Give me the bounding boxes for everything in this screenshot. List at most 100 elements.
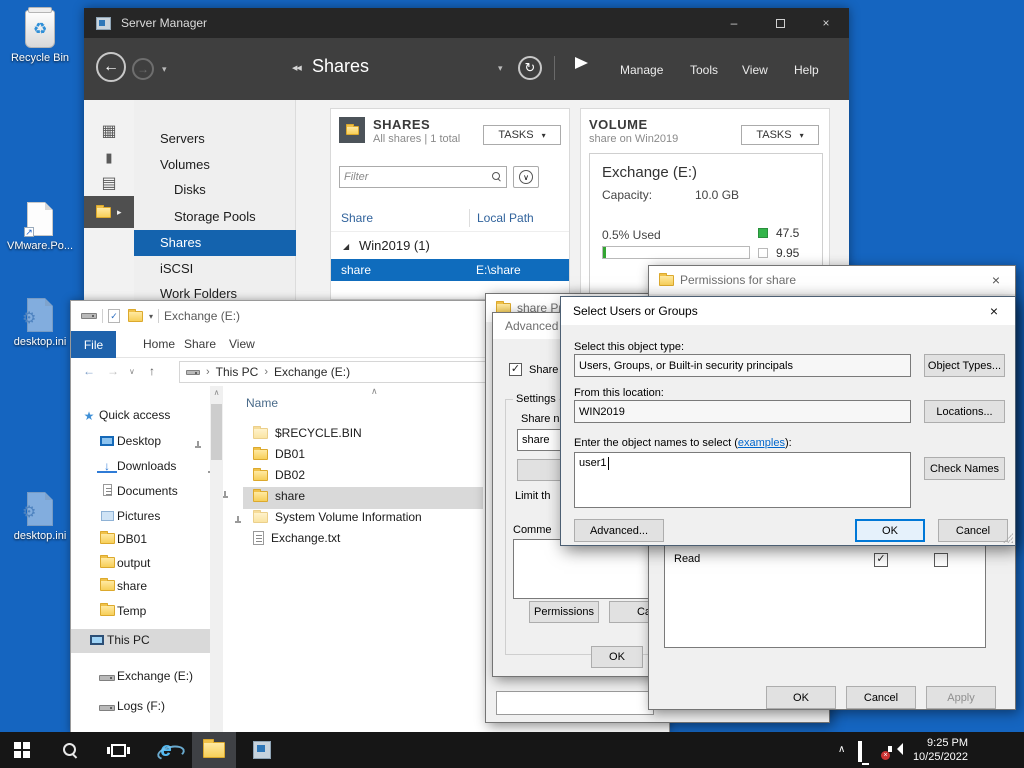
taskbar-clock[interactable]: 9:25 PM 10/25/2022 [913,736,968,764]
apply-button[interactable]: Apply [926,686,996,709]
advanced-button[interactable]: Advanced... [574,519,664,542]
filter-input[interactable]: Filter [339,166,507,188]
comments-textarea[interactable] [513,539,653,599]
ok-button[interactable]: OK [766,686,836,709]
nav-temp[interactable]: Temp [97,602,146,619]
sidebar-item-iscsi[interactable]: iSCSI [160,261,193,276]
breadcrumb-current[interactable]: Exchange (E:) [274,365,350,379]
close-button[interactable]: × [803,8,849,38]
file-row-recycle-bin[interactable]: $RECYCLE.BIN [253,425,362,440]
file-explorer-button[interactable] [192,732,236,768]
nav-db01[interactable]: DB01 [97,530,147,547]
local-server-icon[interactable]: ▮ [98,148,120,168]
sidebar-item-storage-pools[interactable]: Storage Pools [174,209,256,224]
permissions-button[interactable]: Permissions [529,601,599,623]
share-group-row[interactable]: Win2019 (1) [359,238,430,253]
maximize-button[interactable] [757,8,803,38]
nav-share[interactable]: share [97,577,147,594]
sidebar-item-disks[interactable]: Disks [174,182,206,197]
nav-exchange-drive[interactable]: Exchange (E:) [97,669,193,684]
file-row-share[interactable]: share [253,488,305,503]
cancel-button[interactable]: Cancel [938,519,1008,542]
column-header-share[interactable]: Share [341,211,373,225]
dashboard-icon[interactable]: ▦ [98,122,120,142]
object-names-input[interactable]: user1 [574,452,911,508]
tab-home[interactable]: Home [143,337,175,351]
nav-quick-access[interactable]: ★ Quick access [79,408,171,422]
read-allow-checkbox[interactable]: ✓ [874,553,888,567]
nav-this-pc[interactable]: This PC [87,633,150,648]
tab-share[interactable]: Share [184,337,216,351]
forward-button[interactable]: → [132,58,154,80]
sidebar-item-volumes[interactable]: Volumes [160,157,210,172]
internet-explorer-button[interactable]: e [144,732,188,768]
menu-help[interactable]: Help [794,63,819,77]
qat-customize-icon[interactable]: ▾ [149,312,153,321]
file-row-db01[interactable]: DB01 [253,446,305,461]
minimize-button[interactable]: – [711,8,757,38]
group-expand-icon[interactable]: ◢ [343,242,349,251]
column-header-local-path[interactable]: Local Path [477,211,534,225]
nav-scrollbar[interactable]: ∧ [210,386,223,732]
check-names-button[interactable]: Check Names [924,457,1005,480]
nav-desktop[interactable]: Desktop [97,434,161,449]
menu-view[interactable]: View [742,63,768,77]
task-view-button[interactable] [96,732,140,768]
filter-options-button[interactable]: ∨ [513,166,539,188]
breadcrumb-this-pc[interactable]: This PC [216,365,259,379]
ok-button[interactable]: OK [591,646,643,668]
server-manager-button[interactable] [240,732,284,768]
up-icon[interactable]: ↑ [149,364,155,378]
sidebar-item-servers[interactable]: Servers [160,131,205,146]
file-row-db02[interactable]: DB02 [253,467,305,482]
nav-logs-drive[interactable]: Logs (F:) [97,699,165,714]
locations-button[interactable]: Locations... [924,400,1005,423]
tab-file[interactable]: File [71,331,116,358]
shares-tasks-button[interactable]: TASKS ▾ [483,125,561,145]
properties-quick-icon[interactable]: ✓ [108,309,120,323]
object-types-button[interactable]: Object Types... [924,354,1005,377]
read-deny-checkbox[interactable] [934,553,948,567]
close-icon[interactable]: × [985,303,1003,319]
nav-output[interactable]: output [97,554,150,571]
network-icon[interactable] [858,741,862,762]
nav-documents[interactable]: Documents [97,484,178,499]
volume-tasks-button[interactable]: TASKS ▾ [741,125,819,145]
desktop-icon-vmware[interactable]: ↗ VMware.Po... [4,202,76,252]
nav-downloads[interactable]: ↓ Downloads [97,459,176,473]
back-button[interactable]: ← [96,52,126,82]
scrollbar-thumb[interactable] [211,404,222,460]
resize-grip[interactable] [1003,533,1013,543]
ok-button[interactable]: OK [855,519,925,542]
cancel-button[interactable]: Cancel [846,686,916,709]
forward-icon[interactable]: → [107,364,119,378]
history-dropdown-icon[interactable]: ▾ [162,64,167,75]
desktop-icon-desktop-ini-1[interactable]: ⚙ desktop.ini [4,298,76,348]
back-icon[interactable]: ← [83,364,95,378]
sidebar-item-shares[interactable]: Shares [160,235,201,250]
menu-tools[interactable]: Tools [690,63,718,77]
file-row-system-volume-information[interactable]: System Volume Information [253,509,422,524]
all-servers-icon[interactable]: ▤ [98,174,120,194]
desktop-icon-desktop-ini-2[interactable]: ⚙ desktop.ini [4,492,76,542]
tab-view[interactable]: View [229,337,255,351]
collapse-breadcrumb-icon[interactable]: ◀◀ [292,64,302,72]
file-row-exchange-txt[interactable]: Exchange.txt [253,531,340,545]
scroll-up-icon[interactable]: ∧ [214,388,220,397]
desktop-icon-recycle-bin[interactable]: ♻ Recycle Bin [4,7,76,64]
column-header-name[interactable]: Name [246,396,278,410]
tray-show-hidden-icons[interactable]: ∧ [838,744,845,755]
menu-manage[interactable]: Manage [620,63,663,77]
nav-pictures[interactable]: Pictures [97,509,160,524]
new-folder-quick-icon[interactable] [128,308,143,322]
recent-locations-icon[interactable]: ∨ [129,367,135,376]
share-this-folder-checkbox[interactable]: ✓ [509,363,522,376]
file-storage-services-icon[interactable]: ▸ [84,196,134,228]
sidebar-item-work-folders[interactable]: Work Folders [160,286,237,300]
taskbar-search-button[interactable] [48,732,92,768]
examples-link[interactable]: examples [738,437,785,449]
share-table-row[interactable]: share E:\share [331,259,569,281]
notifications-dropdown-icon[interactable]: ▾ [498,63,503,74]
refresh-icon[interactable]: ↻ [518,56,542,80]
close-icon[interactable]: × [987,272,1005,288]
